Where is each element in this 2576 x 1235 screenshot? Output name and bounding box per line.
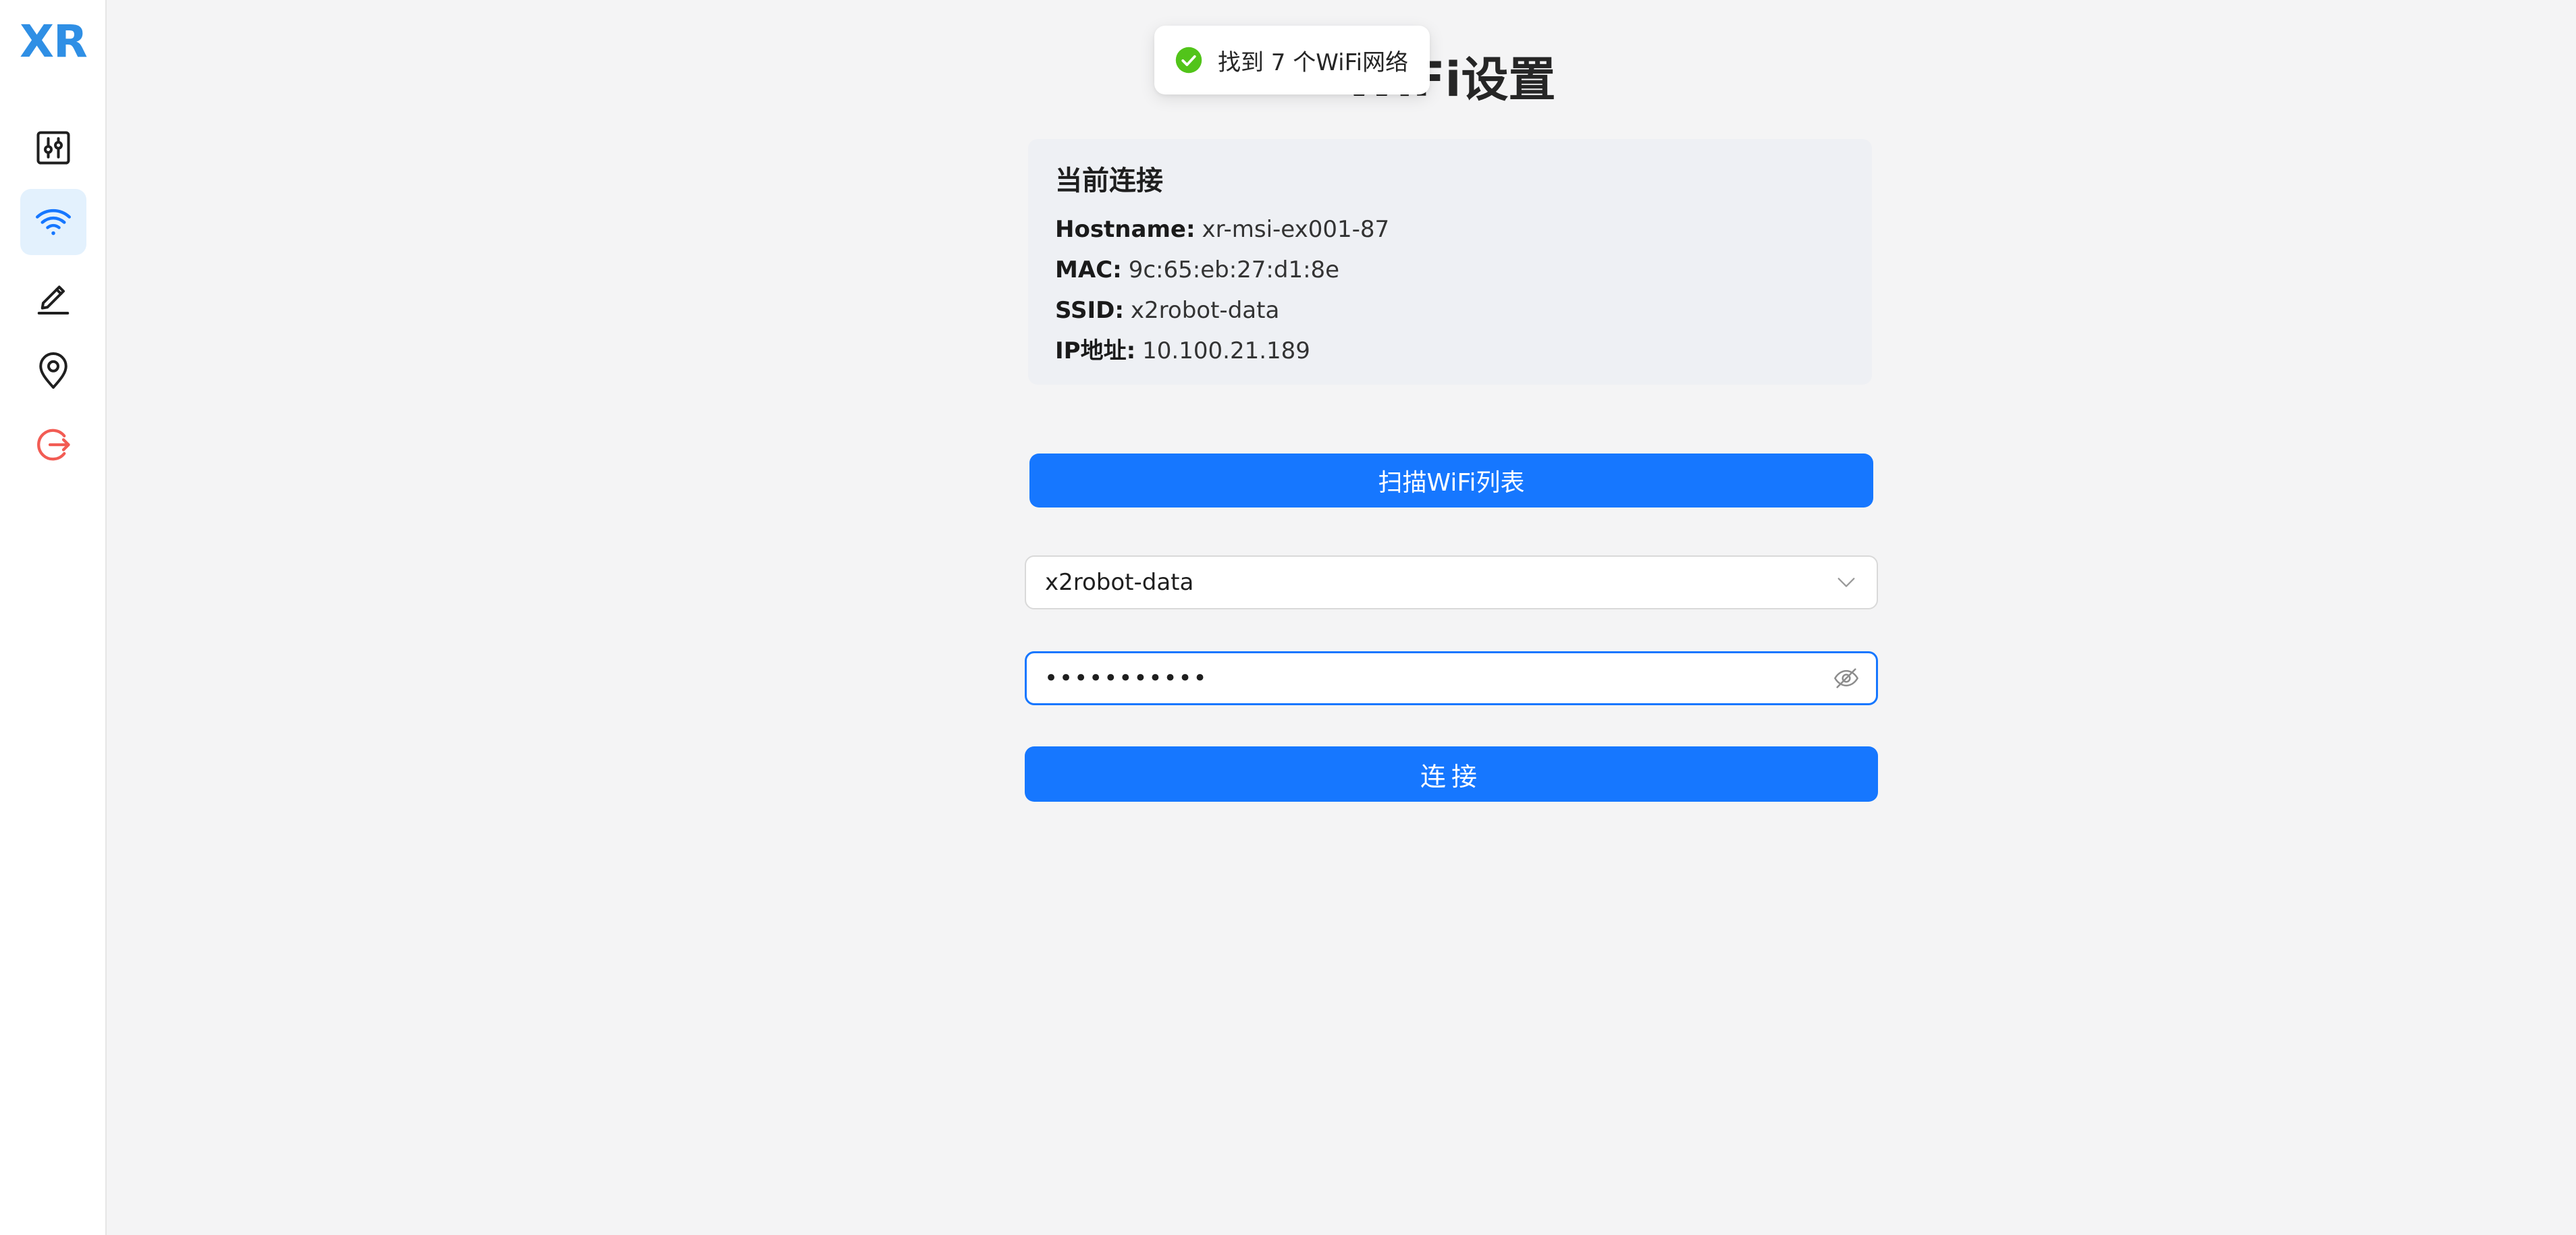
sidebar-item-location[interactable] — [20, 337, 86, 404]
sidebar-item-edit[interactable] — [20, 263, 86, 329]
sidebar-item-wifi[interactable] — [20, 189, 86, 255]
ssid-select-value: x2robot-data — [1045, 569, 1194, 596]
ssid-value: x2robot-data — [1130, 297, 1280, 324]
logout-icon — [37, 429, 70, 461]
ip-value: 10.100.21.189 — [1142, 337, 1310, 364]
hostname-value: xr-msi-ex001-87 — [1202, 216, 1390, 243]
scan-wifi-button[interactable]: 扫描WiFi列表 — [1029, 454, 1873, 507]
toast-message: 找到 7 个WiFi网络 — [1218, 49, 1409, 76]
hostname-row: Hostname: xr-msi-ex001-87 — [1055, 209, 1845, 250]
sidebar: XR — [0, 0, 107, 1235]
app-logo: XR — [20, 16, 88, 67]
chevron-down-icon — [1837, 578, 1855, 587]
eye-off-icon[interactable] — [1833, 665, 1860, 692]
pen-icon — [37, 285, 70, 314]
main-content: WiFi设置 当前连接 Hostname: xr-msi-ex001-87 MAC… — [107, 0, 2576, 1235]
current-connection-card: 当前连接 Hostname: xr-msi-ex001-87 MAC: 9c:65:… — [1028, 139, 1872, 385]
location-pin-icon — [39, 352, 68, 389]
app-window: XR WiFi设置 当前连接 Hostname: xr-msi-ex001-87… — [0, 0, 2576, 1235]
mac-label: MAC: — [1055, 256, 1122, 283]
ip-row: IP地址: 10.100.21.189 — [1055, 331, 1845, 371]
hostname-label: Hostname: — [1055, 216, 1196, 243]
sidebar-item-settings[interactable] — [20, 115, 86, 181]
ssid-select[interactable]: x2robot-data — [1025, 555, 1878, 609]
ssid-row: SSID: x2robot-data — [1055, 290, 1845, 331]
sliders-icon — [36, 131, 70, 165]
toast-notification: 找到 7 个WiFi网络 — [1154, 26, 1430, 94]
wifi-icon — [36, 209, 71, 236]
mac-row: MAC: 9c:65:eb:27:d1:8e — [1055, 250, 1845, 290]
ssid-label: SSID: — [1055, 297, 1124, 324]
sidebar-item-logout[interactable] — [20, 412, 86, 478]
connect-button[interactable]: 连接 — [1025, 746, 1878, 802]
password-input[interactable] — [1043, 664, 1833, 692]
password-field[interactable] — [1025, 651, 1878, 705]
check-circle-icon — [1175, 47, 1202, 74]
current-connection-title: 当前连接 — [1055, 165, 1163, 196]
ip-label: IP地址: — [1055, 337, 1136, 364]
mac-value: 9c:65:eb:27:d1:8e — [1128, 256, 1340, 283]
